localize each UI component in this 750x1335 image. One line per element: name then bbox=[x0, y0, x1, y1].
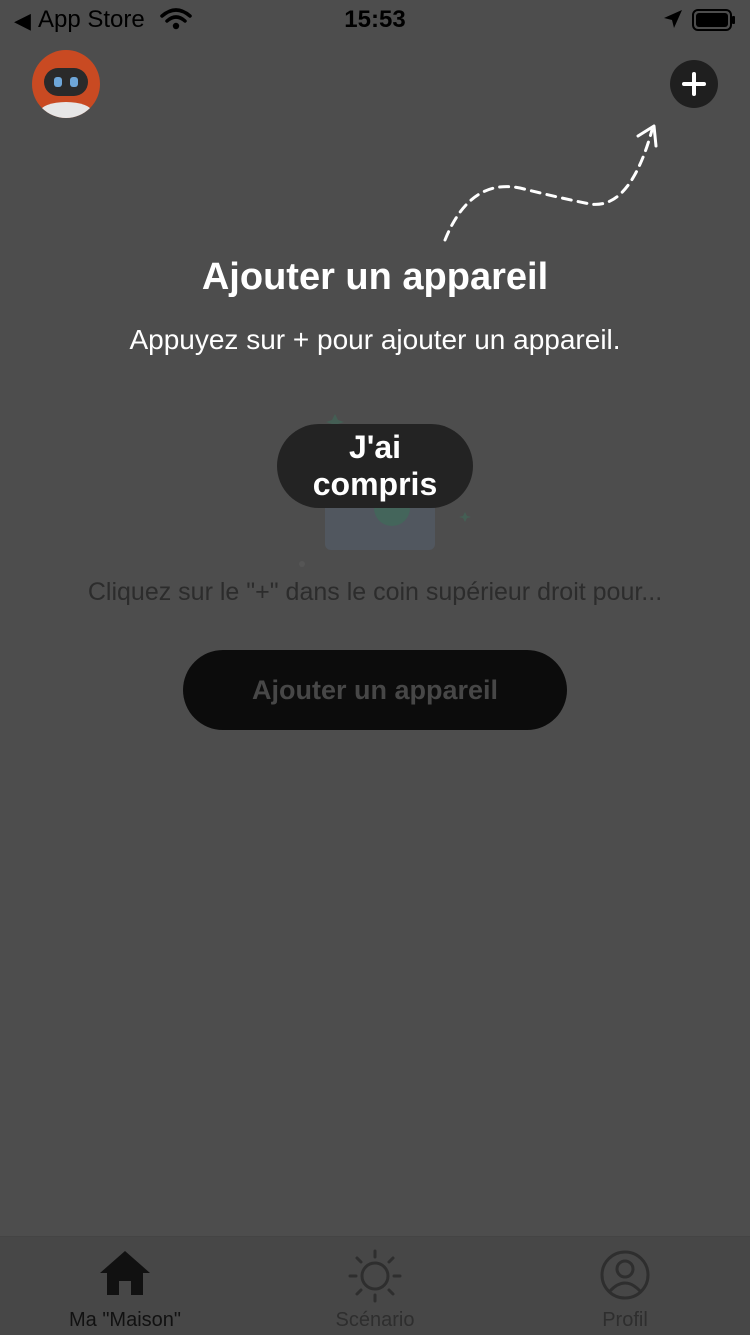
tab-home-label: Ma "Maison" bbox=[68, 1309, 181, 1331]
tab-home[interactable]: Ma "Maison" bbox=[0, 1237, 250, 1335]
plus-icon bbox=[682, 72, 706, 96]
got-it-button[interactable]: J'ai compris bbox=[277, 424, 473, 508]
add-device-plus-button[interactable] bbox=[670, 60, 718, 108]
dashed-arrow-icon bbox=[443, 124, 658, 242]
add-device-button[interactable]: Ajouter un appareil bbox=[183, 650, 567, 730]
tab-profile[interactable]: Profil bbox=[500, 1237, 750, 1335]
location-arrow-icon bbox=[662, 8, 684, 35]
sun-icon bbox=[348, 1249, 402, 1303]
tab-scenario-label: Scénario bbox=[335, 1309, 415, 1331]
status-bar: ◀ App Store 15:53 bbox=[0, 0, 750, 40]
battery-icon bbox=[692, 9, 735, 31]
tab-profile-label: Profil bbox=[602, 1309, 648, 1331]
coach-title: Ajouter un appareil bbox=[201, 256, 549, 298]
coach-description: Appuyez sur + pour ajouter un appareil. bbox=[129, 324, 621, 355]
home-icon bbox=[100, 1251, 150, 1295]
robot-avatar-icon[interactable] bbox=[32, 50, 100, 118]
user-circle-icon bbox=[600, 1250, 650, 1300]
tab-scenario[interactable]: Scénario bbox=[250, 1237, 500, 1335]
tab-bar: Ma "Maison" Scénario Profil bbox=[0, 1236, 750, 1335]
clock-time: 15:53 bbox=[344, 6, 406, 33]
empty-state-hint: Cliquez sur le "+" dans le coin supérieu… bbox=[87, 578, 663, 606]
